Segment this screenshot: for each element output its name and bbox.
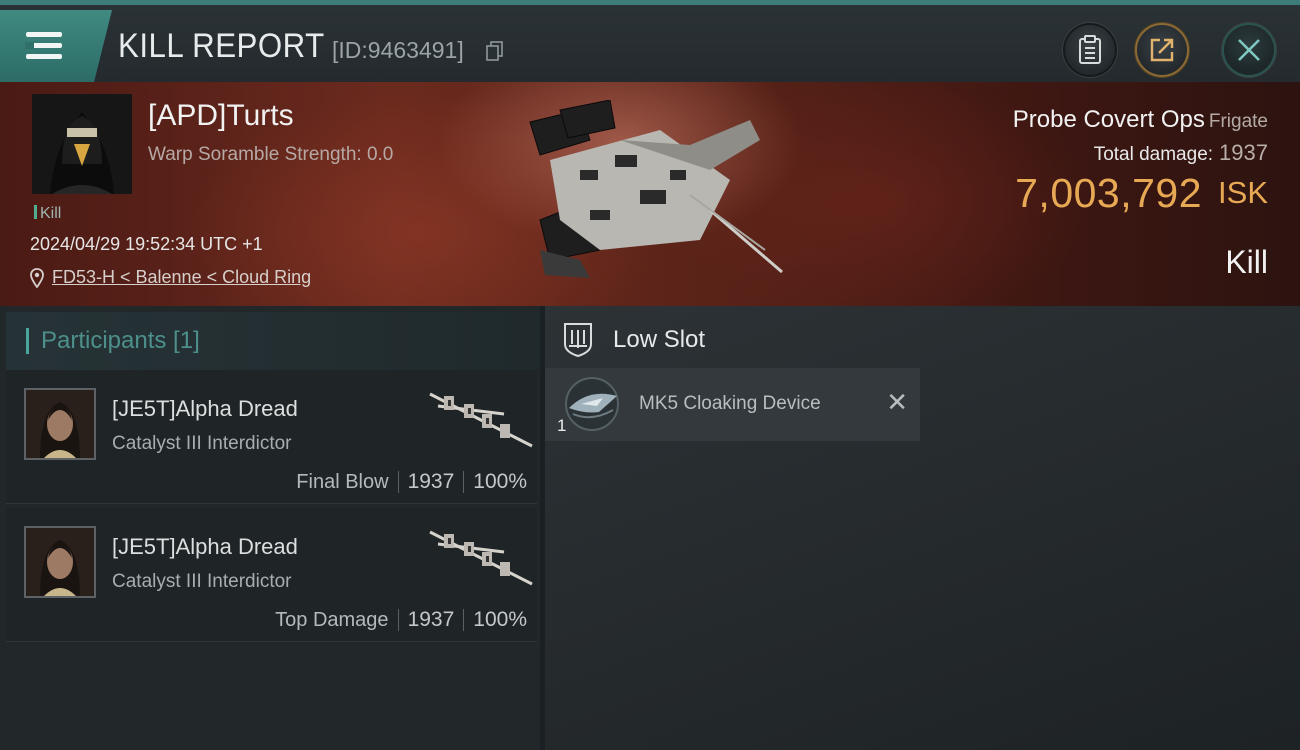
stat-divider [463, 609, 465, 631]
participant-percent: 100% [473, 470, 527, 493]
participant-stat-label: Top Damage [275, 608, 389, 631]
avatar [24, 526, 96, 598]
kill-tag: Kill [34, 205, 61, 223]
avatar [24, 388, 96, 460]
kill-location-link[interactable]: FD53-H < Balenne < Cloud Ring [30, 267, 311, 288]
participant-stats: Top Damage 1937 100% [275, 608, 527, 632]
kill-datetime: 2024/04/29 19:52:34 UTC +1 [30, 234, 263, 254]
participant-name: [JE5T]Alpha Dread [112, 396, 298, 421]
participants-title: Participants [1] [41, 327, 200, 354]
participant-stats: Final Blow 1937 100% [296, 470, 527, 494]
close-icon [1238, 39, 1260, 61]
participant-ship: Catalyst III Interdictor [112, 433, 292, 454]
low-slot-icon [564, 323, 592, 358]
destroyed-x-icon: ✕ [886, 388, 908, 418]
low-slot-header: Low Slot [561, 322, 705, 358]
participants-panel: Participants [1] [JE5T]Alpha Dread Catal… [0, 306, 540, 750]
stat-divider [463, 471, 465, 493]
close-button[interactable] [1222, 23, 1276, 77]
victim-name[interactable]: [APD]Turts [148, 99, 294, 133]
victim-portrait[interactable] [32, 94, 132, 194]
stat-divider [397, 609, 399, 631]
page-title: KILL REPORT [118, 27, 325, 65]
module-quantity: 1 [557, 416, 567, 435]
kill-banner: [APD]Turts Warp Soramble Strength: 0.0 K… [0, 82, 1300, 306]
result-label: Kill [1225, 244, 1268, 280]
victim-ship-image [529, 100, 783, 278]
participant-name: [JE5T]Alpha Dread [112, 534, 298, 559]
participant-avatar-image [26, 390, 94, 458]
warp-scramble-strength: Warp Soramble Strength: 0.0 [148, 144, 394, 165]
victim-ship-name: Probe Covert Ops [1012, 106, 1205, 133]
location-pin-icon [30, 267, 44, 288]
clipboard-button[interactable] [1063, 23, 1117, 77]
participants-header-indicator [26, 328, 29, 354]
slot-title: Low Slot [613, 326, 706, 353]
total-damage: Total damage: 1937 [1094, 140, 1268, 166]
participant-damage: 1937 [407, 608, 455, 631]
stat-divider [397, 471, 399, 493]
isk-value: 7,003,792 ISK [1015, 170, 1268, 217]
copy-icon[interactable] [486, 41, 504, 61]
participants-header: Participants [1] [6, 312, 540, 370]
share-icon [1150, 38, 1174, 62]
participant-row[interactable]: [JE5T]Alpha Dread Catalyst III Interdict… [6, 370, 537, 504]
total-damage-label: Total damage: [1093, 144, 1214, 165]
clipboard-icon [1079, 35, 1101, 64]
kill-tag-indicator [34, 205, 37, 219]
module-name: MK5 Cloaking Device [639, 393, 821, 414]
participant-ship-image [429, 530, 533, 586]
menu-button[interactable] [0, 10, 112, 82]
module-item[interactable]: 1 MK5 Cloaking Device ✕ [545, 368, 920, 441]
top-bar: KILL REPORT [ID:9463491] [0, 0, 1300, 82]
pilot-avatar-image [32, 94, 132, 194]
fitting-panel: Low Slot 1 MK5 Cloaking Device ✕ [545, 306, 1300, 750]
victim-ship-type: Probe Covert Ops Frigate [1013, 106, 1268, 134]
participant-ship: Catalyst III Interdictor [112, 571, 292, 592]
share-button[interactable] [1135, 23, 1189, 77]
isk-currency: ISK [1218, 175, 1268, 210]
participant-stat-label: Final Blow [296, 470, 389, 493]
location-text: FD53-H < Balenne < Cloud Ring [52, 267, 312, 287]
participant-avatar-image [26, 528, 94, 596]
total-damage-value: 1937 [1219, 140, 1268, 165]
kill-tag-label: Kill [40, 205, 62, 222]
victim-ship-class: Frigate [1208, 111, 1268, 132]
menu-icon [25, 32, 62, 60]
isk-amount: 7,003,792 [1015, 170, 1203, 216]
participant-ship-image [429, 392, 533, 448]
report-id: [ID:9463491] [332, 37, 464, 63]
participant-percent: 100% [473, 608, 527, 631]
participant-row[interactable]: [JE5T]Alpha Dread Catalyst III Interdict… [6, 508, 537, 642]
participant-damage: 1937 [407, 470, 455, 493]
cloaking-device-icon [565, 377, 619, 431]
